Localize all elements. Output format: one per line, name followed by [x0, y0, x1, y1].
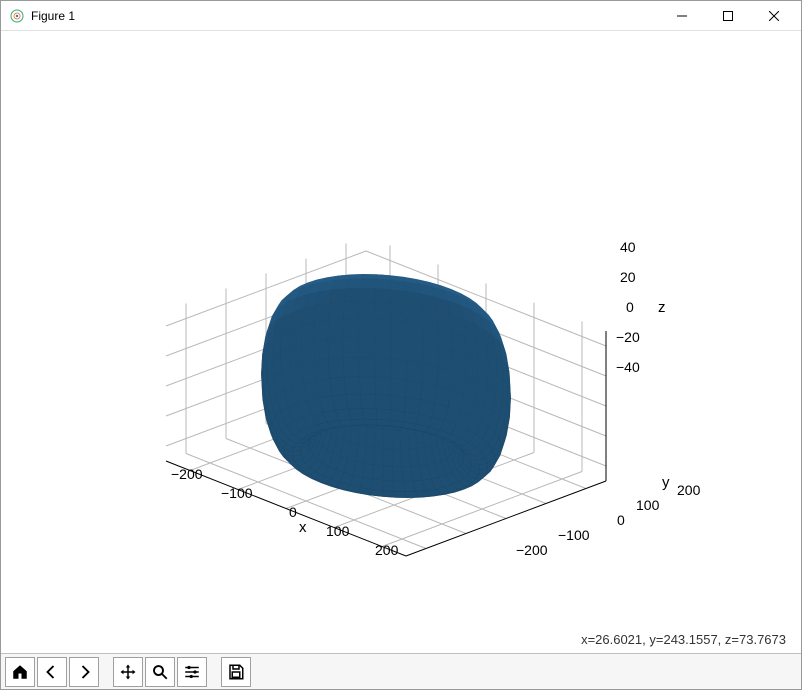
home-button[interactable]	[5, 657, 35, 687]
x-tick: −200	[171, 466, 203, 482]
maximize-button[interactable]	[705, 1, 751, 31]
x-tick: 200	[375, 542, 398, 558]
x-tick: −100	[221, 485, 253, 501]
z-tick: −20	[616, 329, 640, 345]
configure-subplots-button[interactable]	[177, 657, 207, 687]
z-tick: −40	[616, 359, 640, 375]
arrow-left-icon	[43, 663, 61, 681]
z-tick: 20	[620, 269, 636, 285]
zoom-button[interactable]	[145, 657, 175, 687]
home-icon	[11, 663, 29, 681]
x-axis-label: x	[299, 519, 307, 536]
save-button[interactable]	[221, 657, 251, 687]
navigation-toolbar	[1, 653, 801, 689]
app-icon	[9, 8, 25, 24]
y-tick: 100	[636, 497, 659, 513]
torus-surface	[261, 274, 511, 498]
window-title: Figure 1	[31, 9, 75, 23]
axes-3d[interactable]: −200 −100 0 100 200 x −200 −100 0 100 20…	[146, 161, 666, 591]
y-axis-label: y	[662, 474, 670, 491]
move-icon	[119, 663, 137, 681]
plot-area[interactable]: −200 −100 0 100 200 x −200 −100 0 100 20…	[1, 31, 801, 653]
pan-button[interactable]	[113, 657, 143, 687]
minimize-button[interactable]	[659, 1, 705, 31]
cursor-coordinates: x=26.6021, y=243.1557, z=73.7673	[581, 632, 786, 647]
close-button[interactable]	[751, 1, 797, 31]
y-tick: −100	[558, 527, 590, 543]
back-button[interactable]	[37, 657, 67, 687]
y-tick: 200	[677, 482, 700, 498]
y-tick: −200	[516, 542, 548, 558]
window-titlebar: Figure 1	[1, 1, 801, 31]
z-tick: 0	[626, 299, 634, 315]
z-tick: 40	[620, 239, 636, 255]
forward-button[interactable]	[69, 657, 99, 687]
x-tick: 0	[289, 504, 297, 520]
arrow-right-icon	[75, 663, 93, 681]
y-tick: 0	[617, 512, 625, 528]
magnifier-icon	[151, 663, 169, 681]
save-icon	[227, 663, 245, 681]
x-tick: 100	[326, 523, 349, 539]
sliders-icon	[183, 663, 201, 681]
z-axis-label: z	[658, 299, 666, 316]
